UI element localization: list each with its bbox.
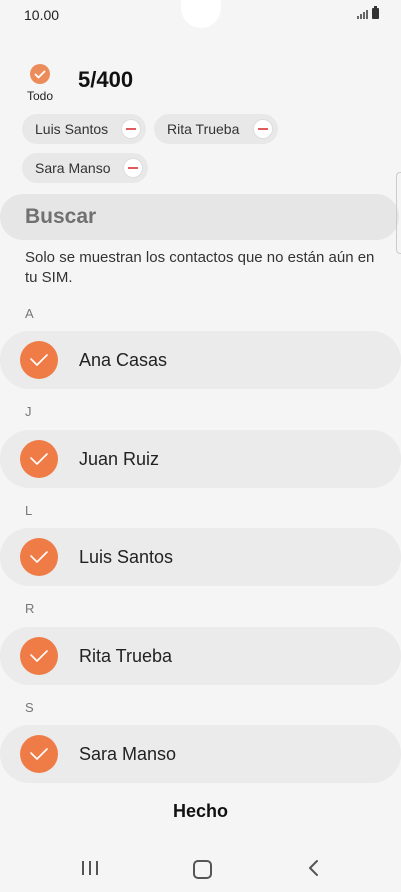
recent-apps-icon[interactable]	[82, 861, 98, 875]
home-icon[interactable]	[193, 860, 212, 879]
remove-icon[interactable]	[253, 119, 273, 139]
camera-notch	[181, 0, 221, 28]
contact-name: Sara Manso	[79, 743, 177, 764]
select-all-toggle[interactable]: Todo	[24, 64, 56, 103]
checked-icon[interactable]	[20, 637, 58, 675]
remove-icon[interactable]	[121, 119, 141, 139]
checked-icon[interactable]	[20, 341, 58, 379]
done-button[interactable]: Hecho	[0, 801, 401, 822]
signal-icon	[357, 9, 368, 19]
selection-count: 5/400	[78, 67, 134, 92]
contact-name: Juan Ruiz	[79, 448, 160, 469]
selected-chip[interactable]: Rita Trueba	[154, 114, 278, 144]
checked-icon[interactable]	[20, 440, 58, 478]
selected-chip[interactable]: Luis Santos	[22, 114, 146, 144]
navigation-bar	[0, 850, 401, 888]
section-letter: J	[25, 404, 32, 419]
contact-row[interactable]: Ana Casas	[0, 331, 401, 389]
contact-row[interactable]: Luis Santos	[0, 528, 401, 586]
chip-label: Rita Trueba	[167, 121, 240, 137]
checked-icon[interactable]	[20, 735, 58, 773]
select-all-check-icon	[30, 64, 50, 84]
status-time: 10.00	[24, 7, 60, 23]
edge-panel-handle[interactable]	[396, 172, 401, 254]
back-icon[interactable]	[307, 859, 319, 882]
remove-icon[interactable]	[123, 158, 143, 178]
status-icons	[357, 6, 379, 19]
selected-chip[interactable]: Sara Manso	[22, 153, 148, 183]
search-input[interactable]: Buscar	[0, 194, 399, 240]
contact-name: Rita Trueba	[79, 645, 173, 666]
contact-row[interactable]: Rita Trueba	[0, 627, 401, 685]
info-text: Solo se muestran los contactos que no es…	[25, 249, 375, 286]
chip-label: Luis Santos	[35, 121, 109, 137]
contact-row[interactable]: Juan Ruiz	[0, 430, 401, 488]
section-letter: R	[25, 601, 35, 616]
status-bar: 10.00	[0, 0, 401, 30]
select-all-label: Todo	[26, 89, 54, 103]
section-letter: A	[25, 306, 34, 321]
contact-name: Ana Casas	[79, 349, 168, 370]
checked-icon[interactable]	[20, 538, 58, 576]
section-letter: L	[25, 503, 33, 518]
contact-name: Luis Santos	[79, 546, 174, 567]
battery-icon	[372, 6, 379, 19]
chip-label: Sara Manso	[35, 160, 111, 176]
section-letter: S	[25, 700, 34, 715]
contact-row[interactable]: Sara Manso	[0, 725, 401, 783]
